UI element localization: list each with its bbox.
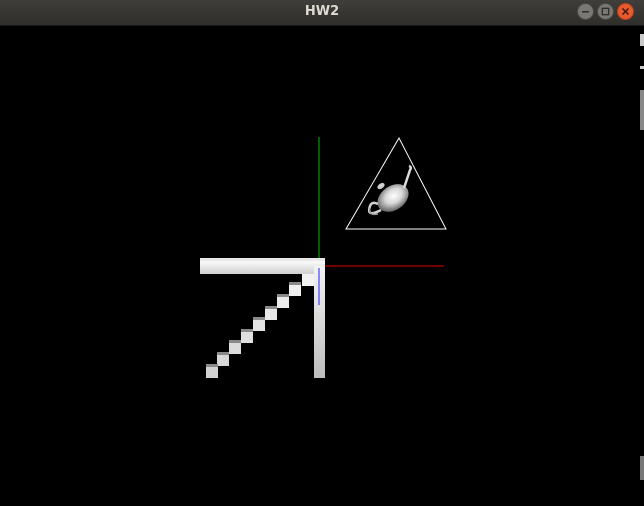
scene-canvas bbox=[200, 136, 447, 378]
window-title: HW2 bbox=[304, 4, 340, 19]
stair-steps bbox=[206, 282, 301, 378]
minimize-icon bbox=[582, 11, 589, 13]
stair-top-bar bbox=[200, 260, 325, 274]
maximize-button[interactable] bbox=[597, 3, 614, 20]
maximize-icon bbox=[601, 7, 610, 16]
teapot bbox=[367, 164, 413, 216]
triangle-outline bbox=[345, 136, 447, 230]
close-button[interactable] bbox=[617, 3, 634, 20]
opengl-viewport[interactable] bbox=[0, 26, 640, 506]
app-window: HW2 bbox=[0, 0, 644, 506]
adjacent-window-edge bbox=[640, 26, 644, 506]
close-icon bbox=[621, 7, 630, 16]
minimize-button[interactable] bbox=[577, 3, 594, 20]
title-bar[interactable]: HW2 bbox=[0, 0, 644, 26]
